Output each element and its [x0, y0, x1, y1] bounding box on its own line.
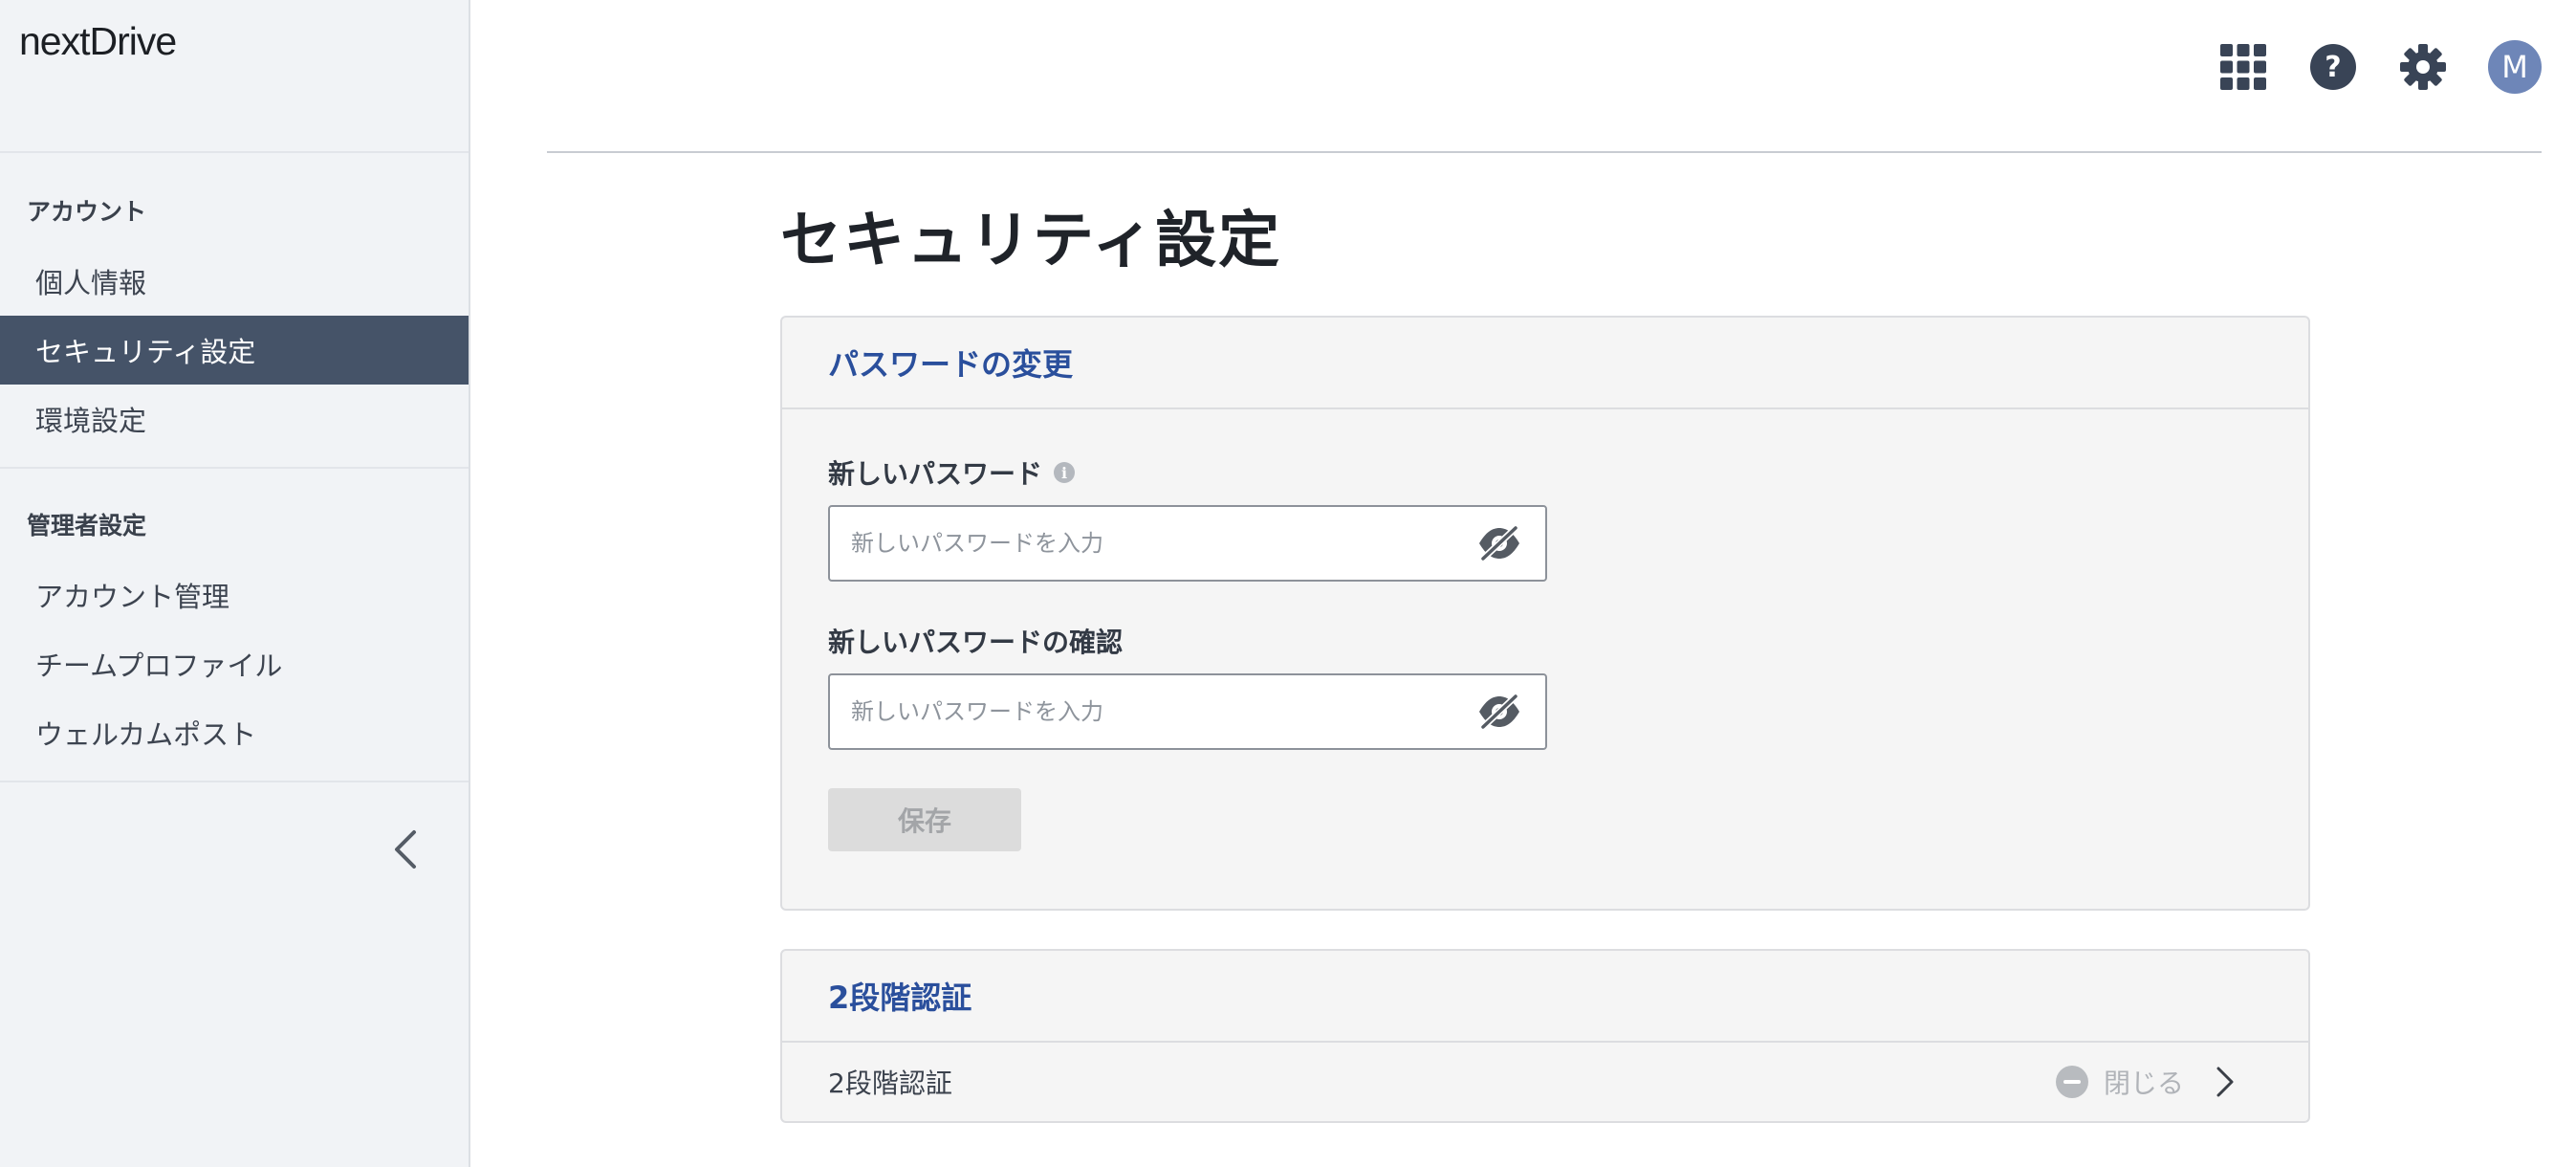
field-label-text: 新しいパスワードの確認: [828, 627, 1124, 658]
confirm-password-input[interactable]: [830, 675, 1471, 748]
sidebar-item-label: ウェルカムポスト: [35, 718, 257, 751]
sidebar-item-account-management[interactable]: アカウント管理: [0, 561, 469, 629]
sidebar-item-welcome-post[interactable]: ウェルカムポスト: [0, 698, 469, 767]
toggle-visibility-button[interactable]: [1471, 683, 1528, 740]
eye-slash-icon: [1479, 524, 1519, 562]
card-title: パスワードの変更: [782, 318, 2308, 409]
sidebar-divider: [0, 151, 469, 153]
field-label-text: 新しいパスワード: [828, 458, 1043, 490]
two-factor-row[interactable]: 2段階認証 閉じる: [782, 1043, 2308, 1121]
sidebar-item-team-profile[interactable]: チームプロファイル: [0, 629, 469, 698]
new-password-input[interactable]: [830, 507, 1471, 580]
toggle-visibility-button[interactable]: [1471, 515, 1528, 572]
confirm-password-label: 新しいパスワードの確認: [828, 622, 1123, 660]
sidebar-item-label: チームプロファイル: [35, 650, 283, 682]
chevron-left-icon: [395, 830, 416, 869]
save-button[interactable]: 保存: [828, 788, 1021, 851]
apps-grid-button[interactable]: [2216, 40, 2270, 94]
sidebar-item-personal-info[interactable]: 個人情報: [0, 247, 469, 316]
help-button[interactable]: ?: [2306, 40, 2360, 94]
page-title: セキュリティ設定: [780, 206, 1282, 276]
two-factor-status: 閉じる: [2055, 1043, 2184, 1121]
app-root: nextDrive アカウント 個人情報 セキュリティ設定 環境設定 管理者設定…: [0, 0, 2576, 1167]
app-logo[interactable]: nextDrive: [19, 19, 177, 64]
two-factor-row-label: 2段階認証: [828, 1068, 952, 1099]
new-password-field: [828, 505, 1547, 582]
sidebar: nextDrive アカウント 個人情報 セキュリティ設定 環境設定 管理者設定…: [0, 0, 470, 1167]
two-factor-card: 2段階認証 2段階認証 閉じる: [780, 949, 2310, 1123]
eye-slash-icon: [1479, 693, 1519, 731]
card-title: 2段階認証: [782, 951, 2308, 1043]
settings-button[interactable]: [2396, 40, 2450, 94]
sidebar-item-preferences[interactable]: 環境設定: [0, 385, 469, 453]
info-icon[interactable]: i: [1054, 462, 1076, 483]
sidebar-item-label: アカウント管理: [35, 581, 230, 613]
sidebar-section-admin: 管理者設定: [27, 512, 147, 539]
user-avatar[interactable]: M: [2488, 40, 2542, 94]
chevron-right-icon: [2209, 1066, 2241, 1098]
new-password-label: 新しいパスワード i: [828, 453, 1076, 492]
svg-text:?: ?: [2325, 51, 2341, 84]
sidebar-divider: [0, 467, 469, 469]
password-change-card: パスワードの変更 新しいパスワード i 新しいパスワードの確認 保存: [780, 316, 2310, 911]
sidebar-section-account: アカウント: [27, 198, 147, 226]
disabled-status-icon: [2055, 1066, 2088, 1098]
sidebar-item-label: セキュリティ設定: [35, 336, 256, 368]
header-divider: [547, 151, 2542, 153]
apps-grid-icon: [2220, 44, 2266, 90]
status-text: 閉じる: [2103, 1068, 2184, 1099]
confirm-password-field: [828, 673, 1547, 750]
sidebar-item-label: 個人情報: [35, 267, 147, 299]
gear-icon: [2400, 44, 2446, 90]
sidebar-item-security[interactable]: セキュリティ設定: [0, 316, 469, 385]
sidebar-divider: [0, 781, 469, 782]
help-icon: ?: [2310, 44, 2356, 90]
sidebar-item-label: 環境設定: [35, 405, 147, 437]
sidebar-collapse-button[interactable]: [386, 825, 425, 874]
